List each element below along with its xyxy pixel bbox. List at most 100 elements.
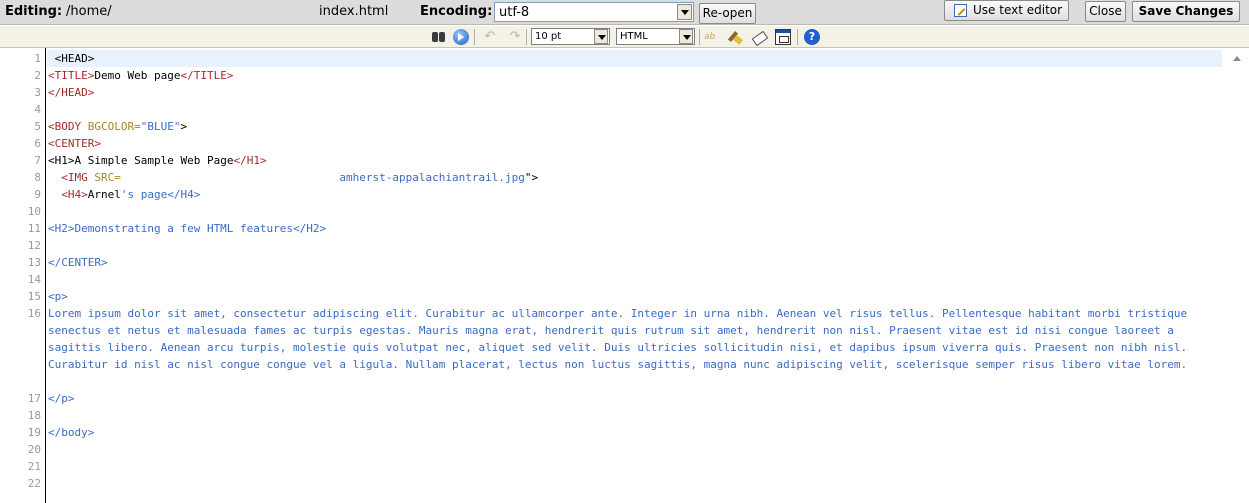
line-number: 6	[34, 137, 41, 150]
find-icon[interactable]	[431, 29, 447, 45]
line-number: 19	[27, 426, 41, 439]
line-number: 18	[27, 409, 41, 422]
syntax-select[interactable]: HTML	[616, 28, 695, 45]
eraser-icon[interactable]	[751, 29, 767, 45]
top-bar: Editing: /home/ index.html Encoding: utf…	[0, 0, 1249, 25]
line-number: 5	[34, 120, 41, 133]
editing-label: Editing:	[5, 4, 63, 19]
code-token: BGCOLOR=	[87, 120, 141, 133]
code-token: </H1>	[233, 154, 267, 167]
editor-toolbar: ↶ ↷ 10 pt HTML ab ?	[0, 26, 1249, 48]
code-text[interactable]: <CENTER>	[48, 135, 1218, 152]
line-number: 7	[34, 154, 41, 167]
code-text[interactable]: </p>	[48, 390, 1218, 407]
syntax-value: HTML	[620, 31, 648, 42]
code-text[interactable]: Lorem ipsum dolor sit amet, consectetur …	[48, 305, 1218, 373]
code-token: <H2>Demonstrating a few HTML features</H…	[48, 222, 327, 235]
cleanup-icon[interactable]	[728, 29, 744, 45]
code-token: <IMG	[48, 171, 95, 184]
reopen-button[interactable]: Re-open	[699, 3, 756, 24]
code-text[interactable]: <TITLE>Demo Web page</TITLE>	[48, 67, 1218, 84]
code-token: 's page</H4>	[120, 188, 201, 201]
line-number: 13	[27, 256, 41, 269]
font-size-select[interactable]: 10 pt	[531, 28, 610, 45]
encoding-label: Encoding:	[420, 4, 493, 19]
code-text[interactable]: <IMG SRC= amherst-appalachiantrail.jpg">	[48, 169, 1218, 186]
code-token: </TITLE>	[180, 69, 234, 82]
line-number: 22	[27, 477, 41, 490]
code-text[interactable]: <H4>Arnel's page</H4>	[48, 186, 1218, 203]
code-token: <BODY	[48, 120, 88, 133]
code-text[interactable]: <p>	[48, 288, 1218, 305]
code-token: <HEAD>	[48, 52, 95, 65]
goto-line-icon[interactable]	[453, 29, 469, 45]
line-number: 16	[27, 307, 41, 320]
help-icon[interactable]: ?	[804, 29, 820, 45]
code-token: "BLUE"	[140, 120, 181, 133]
line-number: 8	[34, 171, 41, 184]
code-token: <CENTER>	[48, 137, 101, 150]
line-number: 3	[34, 86, 41, 99]
line-number: 14	[27, 273, 41, 286]
code-token: <H4>	[48, 188, 88, 201]
code-token: SRC=	[94, 171, 121, 184]
code-text[interactable]: </HEAD>	[48, 84, 1218, 101]
fullscreen-icon[interactable]	[775, 29, 791, 45]
line-number: 1	[34, 52, 41, 65]
code-text[interactable]: </body>	[48, 424, 1218, 441]
code-token: </HEAD>	[48, 86, 95, 99]
line-number: 17	[27, 392, 41, 405]
code-token: Arnel	[87, 188, 121, 201]
chevron-down-icon[interactable]	[677, 4, 692, 20]
code-text[interactable]: </CENTER>	[48, 254, 1218, 271]
use-text-editor-label: Use text editor	[973, 3, 1063, 17]
line-number: 21	[27, 460, 41, 473]
line-number: 15	[27, 290, 41, 303]
close-button[interactable]: Close	[1085, 1, 1126, 22]
encoding-value: utf-8	[499, 5, 530, 20]
code-token: A Simple Sample Web Page	[74, 154, 234, 167]
save-changes-button[interactable]: Save Changes	[1132, 1, 1240, 22]
toolbar-separator	[797, 29, 798, 45]
line-number: 10	[27, 205, 41, 218]
edit-document-icon	[954, 4, 967, 17]
code-text[interactable]: <HEAD>	[48, 50, 1218, 67]
use-text-editor-button[interactable]: Use text editor	[944, 0, 1069, 21]
code-token: amherst-appalachiantrail.jpg	[339, 171, 525, 184]
line-number: 12	[27, 239, 41, 252]
font-size-value: 10 pt	[535, 31, 562, 42]
code-text[interactable]: <H2>Demonstrating a few HTML features</H…	[48, 220, 1218, 237]
code-text[interactable]: <BODY BGCOLOR="BLUE">	[48, 118, 1218, 135]
line-number: 11	[27, 222, 41, 235]
code-token: Demo Web page	[94, 69, 181, 82]
scroll-up-icon[interactable]	[1233, 56, 1241, 61]
toolbar-separator	[526, 29, 527, 45]
scrollbar[interactable]	[1225, 48, 1249, 503]
redo-icon[interactable]: ↷	[507, 29, 523, 45]
toolbar-separator	[474, 29, 475, 45]
line-number: 20	[27, 443, 41, 456]
encoding-select[interactable]: utf-8	[494, 2, 694, 22]
code-token: </p>	[48, 392, 75, 405]
code-token: ">	[524, 171, 539, 184]
file-path: /home/	[66, 4, 112, 19]
undo-icon[interactable]: ↶	[482, 29, 498, 45]
code-editor[interactable]: 1 <HEAD> 2 <TITLE>Demo Web page</TITLE> 3 </…	[0, 48, 1249, 503]
toolbar-separator	[699, 29, 700, 45]
chevron-down-icon[interactable]	[594, 29, 608, 44]
line-number: 9	[34, 188, 41, 201]
code-token: </body>	[48, 426, 95, 439]
code-token: Lorem ipsum dolor sit amet, consectetur …	[48, 307, 1194, 371]
line-number: 2	[34, 69, 41, 82]
file-name: index.html	[319, 4, 389, 19]
spellcheck-icon[interactable]: ab	[704, 29, 720, 45]
code-token: <TITLE>	[48, 69, 95, 82]
code-token: >	[180, 120, 188, 133]
code-token: </CENTER>	[48, 256, 108, 269]
code-token: <p>	[48, 290, 68, 303]
line-number: 4	[34, 103, 41, 116]
chevron-down-icon[interactable]	[679, 29, 693, 44]
code-text[interactable]: <H1>A Simple Sample Web Page</H1>	[48, 152, 1218, 169]
code-token: <H1>	[48, 154, 75, 167]
